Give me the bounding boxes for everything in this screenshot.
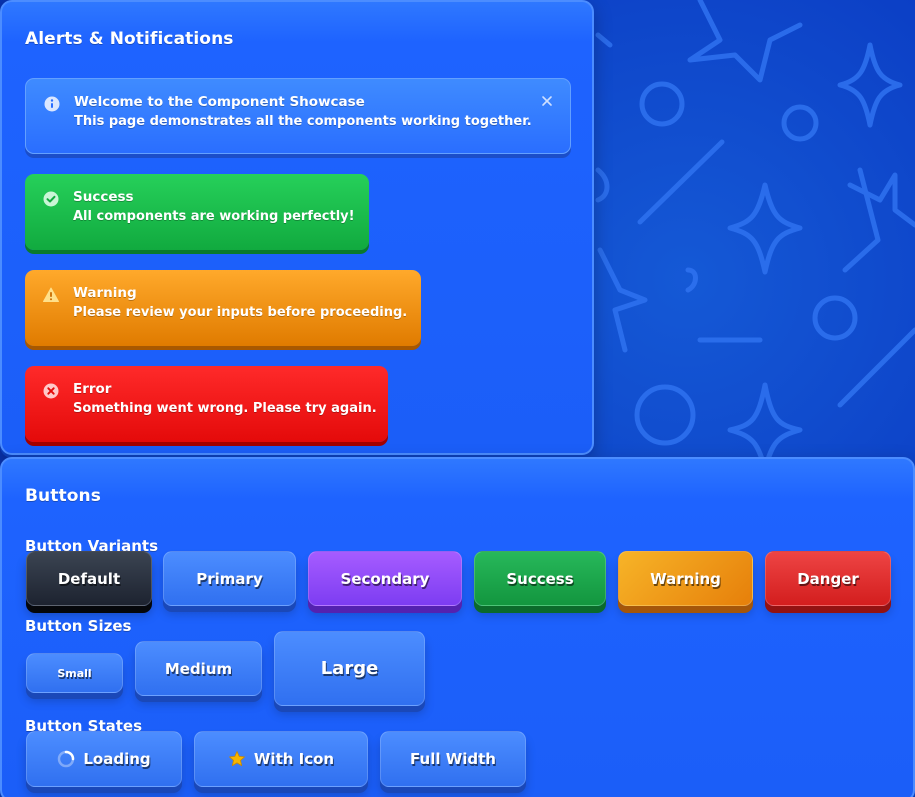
secondary-button[interactable]: Secondary — [308, 551, 462, 606]
alert-title: Error — [73, 381, 112, 397]
buttons-panel: Buttons Button Variants Default Primary … — [0, 457, 915, 797]
star-icon — [228, 751, 245, 766]
alert-title: Warning — [73, 285, 137, 301]
info-alert: Welcome to the Component Showcase This p… — [25, 78, 571, 154]
warning-alert: Warning Please review your inputs before… — [25, 270, 421, 346]
buttons-panel-title: Buttons — [25, 486, 101, 506]
spinner-icon — [58, 750, 75, 768]
medium-button[interactable]: Medium — [135, 641, 262, 696]
warning-triangle-icon — [43, 287, 59, 302]
warning-button[interactable]: Warning — [618, 551, 753, 606]
primary-button[interactable]: Primary — [163, 551, 296, 606]
success-button[interactable]: Success — [474, 551, 606, 606]
alert-message: Something went wrong. Please try again. — [73, 401, 377, 416]
loading-button-label: Loading — [83, 750, 151, 768]
default-button[interactable]: Default — [26, 551, 152, 606]
small-button[interactable]: Small — [26, 653, 123, 693]
alert-message: This page demonstrates all the component… — [74, 114, 532, 129]
x-circle-icon — [43, 383, 59, 399]
check-circle-icon — [43, 191, 59, 207]
success-alert: Success All components are working perfe… — [25, 174, 369, 250]
alert-message: Please review your inputs before proceed… — [73, 305, 408, 320]
button-sizes-heading: Button Sizes — [25, 617, 132, 635]
alert-title: Success — [73, 189, 134, 205]
large-button[interactable]: Large — [274, 631, 425, 706]
close-icon[interactable] — [540, 94, 554, 108]
alert-title: Welcome to the Component Showcase — [74, 94, 365, 110]
with-icon-button-label: With Icon — [253, 750, 335, 768]
error-alert: Error Something went wrong. Please try a… — [25, 366, 388, 442]
alerts-panel: Alerts & Notifications Welcome to the Co… — [0, 0, 594, 455]
with-icon-button[interactable]: With Icon — [194, 731, 368, 787]
alert-message: All components are working perfectly! — [73, 209, 355, 224]
alerts-panel-title: Alerts & Notifications — [25, 29, 234, 49]
full-width-button[interactable]: Full Width — [380, 731, 526, 787]
loading-button[interactable]: Loading — [26, 731, 182, 787]
info-icon — [44, 96, 60, 112]
danger-button[interactable]: Danger — [765, 551, 891, 606]
